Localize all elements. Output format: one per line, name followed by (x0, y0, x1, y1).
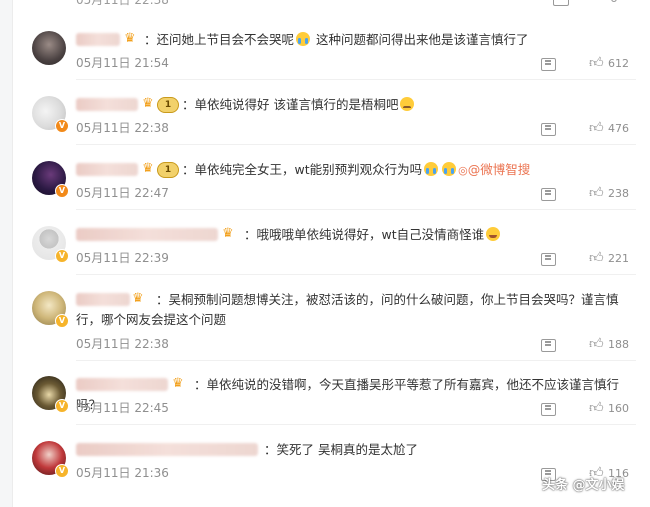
crying-emoji-icon (296, 32, 311, 46)
verified-badge-icon: V (55, 314, 69, 328)
divider (76, 360, 636, 361)
previous-comment-footer: 05月11日 22:38 6 (12, 0, 650, 8)
comment-icon[interactable] (541, 123, 556, 136)
crying-emoji-icon (442, 162, 457, 176)
comment-text: ：还问她上节目会不会哭呢 这种问题都问得出来他是该谨言慎行了 (144, 32, 529, 47)
comment-text: ：吴桐预制问题想博关注，被怼活该的，问的什么破问题，你上节目会哭吗？谨言慎行，哪… (76, 292, 619, 327)
verified-badge-icon: V (55, 464, 69, 478)
comment-icon[interactable] (541, 339, 556, 352)
comment-icon[interactable] (541, 253, 556, 266)
comment-icon[interactable] (541, 403, 556, 416)
watermark: 头条 @文小娱 (542, 478, 625, 493)
verified-badge-icon: V (55, 249, 69, 263)
like-count: 188 (608, 338, 629, 351)
verified-badge-icon: V (55, 184, 69, 198)
comment-time: 05月11日 21:54 (76, 56, 169, 70)
comment-time: 05月11日 22:38 (76, 337, 169, 351)
comment-text: ：笑死了 吴桐真的是太尬了 (264, 442, 418, 457)
laughing-emoji-icon (486, 227, 501, 241)
like-count: 476 (608, 122, 629, 135)
like-count: 238 (608, 187, 629, 200)
comment-time: 05月11日 22:38 (76, 121, 169, 135)
comment-text: ：单依纯完全女王，wt能别预判观众行为吗 ◎@微博智搜 (182, 162, 531, 177)
like-count: 612 (608, 57, 629, 70)
like-count[interactable]: 6 (610, 0, 618, 5)
avatar[interactable] (32, 31, 66, 65)
comment-time: 05月11日 22:45 (76, 401, 169, 415)
comment-time: 05月11日 22:39 (76, 251, 169, 265)
divider (76, 209, 636, 210)
divider (76, 144, 636, 145)
comment-icon[interactable] (541, 188, 556, 201)
comment-time: 05月11日 22:47 (76, 186, 169, 200)
thumbs-up-icon[interactable]: 👍︎ (589, 56, 604, 70)
comment-text: ：单依纯说得好 该谨言慎行的是梧桐吧 (76, 95, 636, 115)
thumbs-up-icon[interactable]: 👍︎ (589, 121, 604, 135)
comment-time: 05月11日 21:36 (76, 466, 169, 480)
left-frame (0, 0, 13, 507)
comment-icon[interactable] (553, 0, 569, 6)
crying-emoji-icon (424, 162, 439, 176)
search-icon: ◎ (458, 164, 468, 177)
comment-icon[interactable] (541, 58, 556, 71)
divider (76, 424, 636, 425)
comment-text: ：哦哦哦单依纯说得好，wt自己没情商怪谁 (76, 225, 636, 245)
sad-emoji-icon (400, 97, 415, 111)
divider (76, 274, 636, 275)
like-count: 160 (608, 402, 629, 415)
comment-time: 05月11日 22:38 (76, 0, 169, 7)
thumbs-up-icon[interactable]: 👍︎ (589, 186, 604, 200)
thumbs-up-icon[interactable]: 👍︎ (589, 251, 604, 265)
mention-link[interactable]: @微博智搜 (468, 162, 531, 177)
verified-badge-icon: V (55, 119, 69, 133)
like-count: 221 (608, 252, 629, 265)
thumbs-up-icon[interactable]: 👍︎ (589, 401, 604, 415)
thumbs-up-icon[interactable]: 👍︎ (589, 337, 604, 351)
divider (76, 79, 636, 80)
verified-badge-icon: V (55, 399, 69, 413)
